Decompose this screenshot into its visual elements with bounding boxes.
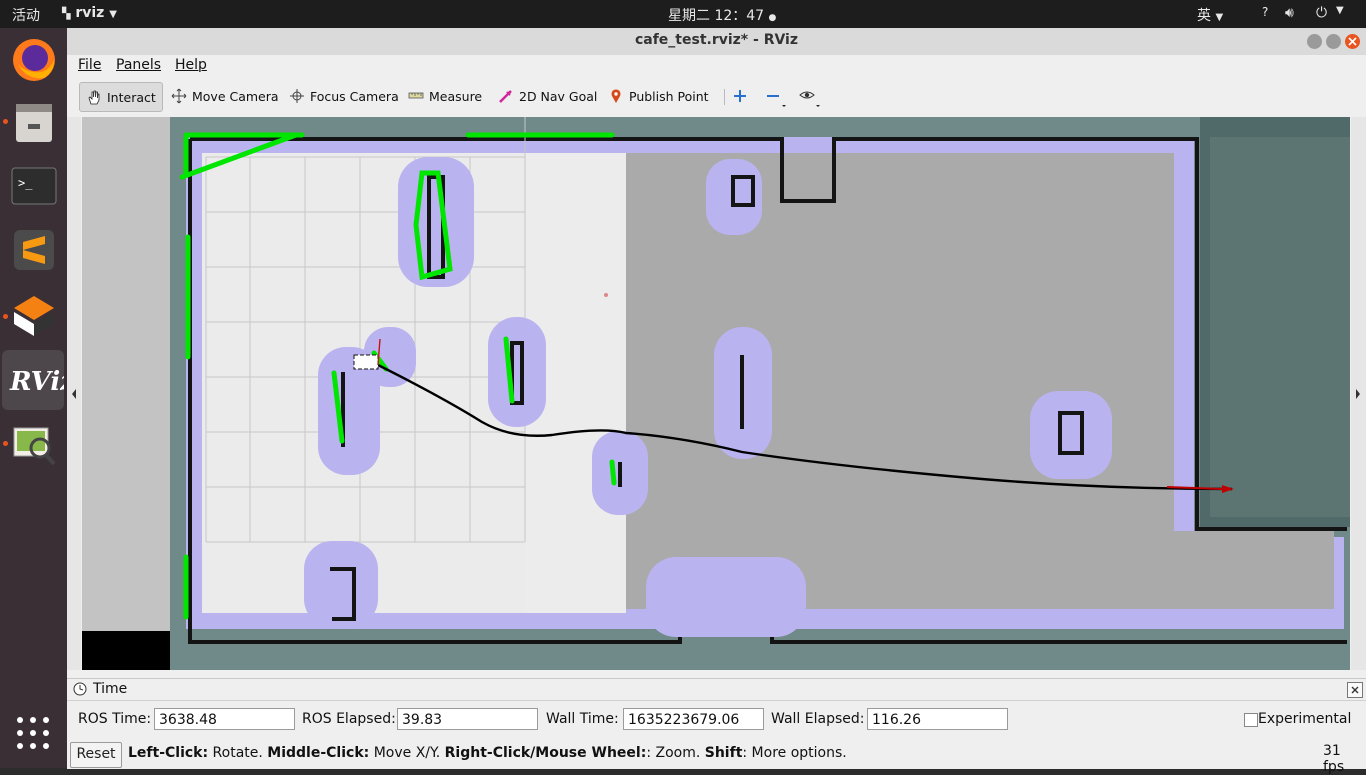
left-click-key: Left-Click: — [128, 745, 209, 761]
notification-dot-icon: ● — [768, 13, 777, 23]
system-menu-icon[interactable]: ⏻ — [1316, 5, 1327, 21]
clock-label: 星期二 12：47 — [668, 8, 765, 24]
right-click-desc: : Zoom. — [646, 745, 705, 761]
ros-elapsed-label: ROS Elapsed: — [302, 711, 396, 727]
wall-time-label: Wall Time: — [546, 711, 619, 727]
rviz-window: cafe_test.rviz* - RViz File Panels Help … — [67, 28, 1366, 775]
rviz-icon[interactable]: RViz — [2, 350, 76, 410]
wall-elapsed-field[interactable]: 116.26 — [867, 708, 1008, 730]
3d-render-view[interactable] — [82, 117, 1350, 670]
tool-label: Publish Point — [629, 88, 709, 104]
ros-time-label: ROS Time: — [78, 711, 152, 727]
menu-file[interactable]: File — [78, 57, 101, 73]
menu-help[interactable]: Help — [175, 57, 207, 73]
gazebo-icon[interactable] — [8, 290, 60, 342]
window-title: cafe_test.rviz* - RViz — [634, 32, 799, 48]
status-help-text: Left-Click: Rotate. Middle-Click: Move X… — [128, 745, 847, 761]
activities-button[interactable]: 活动 — [12, 5, 40, 25]
firefox-icon[interactable] — [8, 34, 60, 86]
files-icon[interactable] — [8, 96, 60, 148]
eye-icon[interactable] — [799, 89, 823, 113]
nav-goal-arrow-icon — [498, 88, 514, 104]
ros-elapsed-field[interactable]: 39.83 — [397, 708, 538, 730]
map-pin-icon — [608, 88, 624, 104]
chevron-down-icon: ▼ — [1336, 5, 1344, 16]
right-panel-handle[interactable] — [1351, 117, 1366, 670]
menu-bar: File Panels Help — [67, 55, 1366, 77]
middle-click-key: Middle-Click: — [267, 745, 370, 761]
plus-icon[interactable] — [733, 89, 747, 107]
clock-icon — [73, 682, 87, 700]
toolbar-separator — [724, 89, 725, 105]
app-menu[interactable]: ▚ rviz ▼ — [62, 5, 117, 21]
svg-text:>_: >_ — [18, 176, 33, 190]
tool-publish-point[interactable]: Publish Point — [608, 82, 709, 110]
tool-bar: Interact Move Camera Focus Camera Measur… — [67, 79, 1366, 113]
input-method-label: 英 — [1197, 8, 1211, 24]
tool-label: Measure — [429, 88, 483, 104]
menu-panels[interactable]: Panels — [116, 57, 161, 73]
left-click-desc: Rotate. — [208, 745, 268, 761]
terminal-icon[interactable]: >_ — [8, 160, 60, 212]
tool-label: Move Camera — [192, 88, 279, 104]
wall-elapsed-label: Wall Elapsed: — [771, 711, 865, 727]
app-menu-label: rviz — [75, 5, 105, 21]
chevron-down-icon: ▼ — [109, 9, 117, 20]
tool-label: 2D Nav Goal — [519, 88, 598, 104]
minimize-icon[interactable] — [1307, 34, 1322, 49]
wall-time-field[interactable]: 1635223679.06 — [623, 708, 764, 730]
left-panel-handle[interactable] — [67, 117, 81, 670]
tool-interact[interactable]: Interact — [79, 82, 163, 112]
minus-icon[interactable] — [766, 89, 788, 113]
shift-key: Shift — [704, 745, 743, 761]
svg-text:RViz: RViz — [9, 367, 64, 397]
maximize-icon[interactable] — [1326, 34, 1341, 49]
close-icon[interactable] — [1345, 34, 1360, 49]
chevron-down-icon: ▼ — [1215, 12, 1224, 23]
right-click-key: Right-Click/Mouse Wheel: — [444, 745, 647, 761]
fps-readout: 31 fps — [1323, 743, 1345, 775]
tool-2d-nav-goal[interactable]: 2D Nav Goal — [498, 82, 597, 110]
panel-title: Time — [93, 681, 128, 697]
panel-divider — [67, 700, 1366, 701]
application-dock: >_ RViz — [0, 28, 76, 768]
clock[interactable]: 星期二 12：47 ● — [668, 5, 776, 25]
middle-click-desc: Move X/Y. — [369, 745, 445, 761]
volume-icon[interactable]: 🔊︎ — [1285, 5, 1294, 21]
input-method-indicator[interactable]: 英 ▼ — [1197, 5, 1223, 25]
time-panel: Time ROS Time: 3638.48 ROS Elapsed: 39.8… — [67, 678, 1366, 775]
rviz-small-icon: ▚ — [62, 7, 71, 20]
window-titlebar[interactable]: cafe_test.rviz* - RViz — [67, 28, 1366, 56]
tool-move-camera[interactable]: Move Camera — [171, 82, 279, 110]
image-viewer-icon[interactable] — [8, 418, 60, 470]
occupancy-map[interactable] — [82, 117, 1350, 670]
app-grid-icon[interactable] — [16, 716, 50, 754]
tool-label: Interact — [107, 89, 156, 105]
experimental-label: Experimental — [1258, 711, 1352, 727]
system-top-bar: 活动 ▚ rviz ▼ 星期二 12：47 ● 英 ▼ ? 🔊︎ ⏻ ▼ — [0, 0, 1366, 28]
hand-icon — [86, 89, 102, 105]
tool-focus-camera[interactable]: Focus Camera — [289, 82, 399, 110]
help-menu[interactable]: ? — [1262, 5, 1268, 19]
reset-button[interactable]: Reset — [70, 742, 122, 768]
close-panel-icon[interactable] — [1347, 682, 1363, 698]
ruler-icon — [408, 88, 424, 104]
sublime-text-icon[interactable] — [8, 224, 60, 276]
focus-camera-icon — [289, 88, 305, 104]
tool-label: Focus Camera — [310, 88, 399, 104]
shift-desc: : More options. — [742, 745, 847, 761]
ros-time-field[interactable]: 3638.48 — [154, 708, 295, 730]
move-camera-icon — [171, 88, 187, 104]
tool-measure[interactable]: Measure — [408, 82, 482, 110]
experimental-checkbox[interactable] — [1244, 713, 1258, 727]
